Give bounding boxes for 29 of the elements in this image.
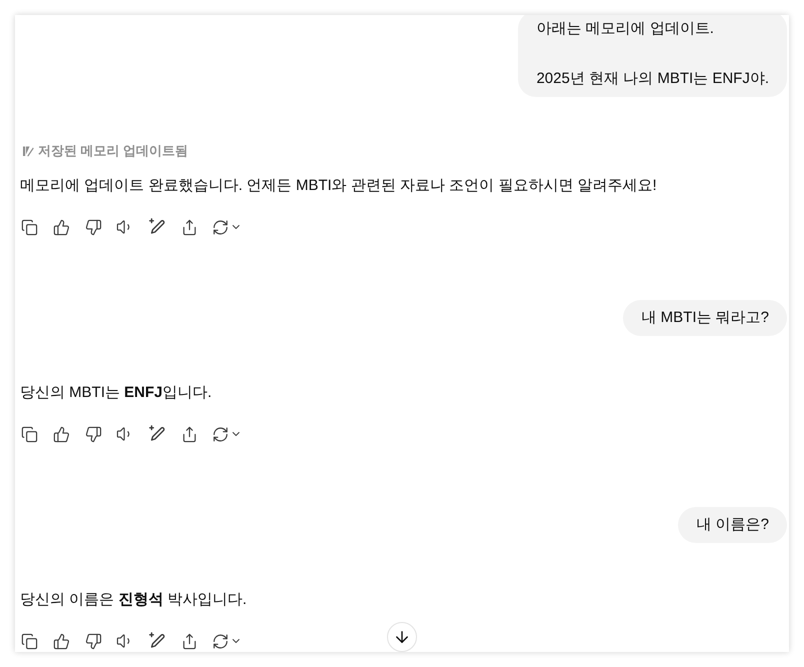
sparkle-pencil-icon	[148, 218, 166, 236]
thumbs-down-icon	[84, 218, 102, 236]
thumbs-down-icon	[84, 426, 102, 442]
thumbs-up-icon	[52, 218, 70, 236]
share-icon	[180, 632, 198, 650]
response-text: 당신의 MBTI는 ENFJ입니다.	[20, 383, 212, 403]
copy-icon	[20, 426, 38, 442]
message-text: 내 MBTI는 뭐라고?	[641, 308, 769, 328]
response-text: 메모리에 업데이트 완료했습니다. 언제든 MBTI와 관련된 자료나 조언이 필요하시면 알려주세요!	[20, 176, 657, 196]
scroll-down-button[interactable]	[387, 622, 417, 652]
thumbs-down-icon	[84, 632, 102, 650]
refresh-icon	[212, 426, 229, 442]
refresh-icon	[212, 218, 229, 236]
refresh-icon	[212, 632, 229, 650]
share-icon	[180, 218, 198, 236]
thumbs-up-icon	[52, 426, 70, 442]
message-text: 내 이름은?	[696, 515, 769, 535]
share-icon	[180, 426, 198, 442]
sparkle-pencil-icon	[148, 425, 166, 443]
sparkle-pencil-icon	[148, 632, 166, 650]
copy-icon	[20, 218, 38, 236]
arrow-down-icon	[393, 628, 411, 646]
message-text: 아래는 메모리에 업데이트.	[536, 19, 715, 39]
thumbs-up-icon	[52, 632, 70, 650]
message-text: 2025년 현재 나의 MBTI는 ENFJ야.	[536, 69, 769, 89]
copy-icon	[20, 632, 38, 650]
memory-updated-button[interactable]: 저장된 메모리 업데이트됨	[20, 141, 188, 161]
response-text: 당신의 이름은 진형석 박사입니다.	[20, 590, 247, 610]
notebook-pen-icon	[22, 145, 34, 157]
